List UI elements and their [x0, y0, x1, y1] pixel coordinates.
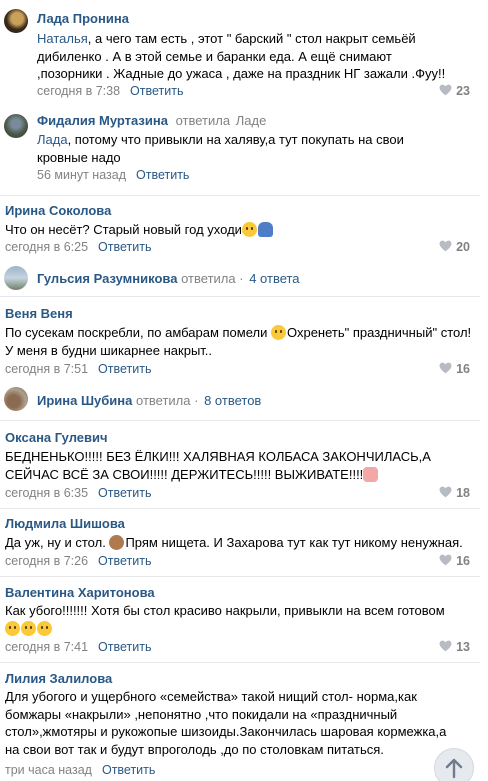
person-emoji-icon: [257, 222, 273, 237]
thread-author[interactable]: Ирина Шубина: [37, 393, 132, 408]
reply-thread[interactable]: Ирина Шубина ответила · 8 ответов: [37, 393, 261, 408]
like-count: 18: [456, 486, 470, 500]
comment-meta: 56 минут назад Ответить: [37, 168, 189, 182]
divider: [0, 576, 480, 577]
comment-time[interactable]: сегодня в 6:25: [5, 240, 88, 254]
arrow-up-icon: [445, 758, 463, 779]
reply-button[interactable]: Ответить: [98, 362, 151, 376]
comment-author: Фидалия Муртазина ответила Ладе: [37, 113, 267, 128]
comment-text: Лада, потому что привыкли на халяву,а ту…: [37, 132, 404, 165]
grin-emoji-icon: [21, 621, 36, 636]
comment-addressee[interactable]: Наталья: [37, 31, 88, 46]
comment-meta: три часа назад Ответить: [5, 763, 155, 777]
comment-time[interactable]: сегодня в 6:35: [5, 486, 88, 500]
reply-button[interactable]: Ответить: [136, 168, 189, 182]
grin-emoji-icon: [5, 621, 20, 636]
comment-text: БЕДНЕНЬКО!!!!! БЕЗ ЁЛКИ!!! ХАЛЯВНАЯ КОЛБ…: [5, 449, 431, 482]
reply-button[interactable]: Ответить: [98, 486, 151, 500]
heart-icon: [439, 640, 452, 652]
comment-text: Что он несёт? Старый новый год уходи: [5, 221, 465, 239]
heart-icon: [439, 486, 452, 498]
avatar[interactable]: [4, 387, 28, 411]
heart-icon: [439, 84, 452, 96]
laugh-emoji-icon: [271, 325, 286, 340]
comment-author[interactable]: Лада Пронина: [37, 11, 129, 26]
avatar[interactable]: [4, 114, 28, 138]
comment-time[interactable]: три часа назад: [5, 763, 92, 777]
comment-author[interactable]: Людмила Шишова: [5, 516, 125, 531]
divider: [0, 508, 480, 509]
comment-text: Для убогого и ущербного «семейства» тако…: [5, 689, 447, 757]
like-button[interactable]: 16: [439, 362, 470, 376]
face-emoji-icon: [363, 466, 379, 482]
avatar[interactable]: [4, 9, 28, 33]
comment-time[interactable]: сегодня в 7:26: [5, 554, 88, 568]
like-count: 16: [456, 554, 470, 568]
comment-meta: сегодня в 7:26 Ответить: [5, 554, 151, 568]
heart-icon: [439, 362, 452, 374]
like-count: 23: [456, 84, 470, 98]
divider: [0, 296, 480, 297]
comment-author[interactable]: Валентина Харитонова: [5, 585, 155, 600]
comment-meta: сегодня в 7:51 Ответить: [5, 362, 151, 376]
reply-button[interactable]: Ответить: [98, 640, 151, 654]
comment-meta: сегодня в 6:25 Ответить: [5, 240, 151, 254]
like-button[interactable]: 16: [439, 554, 470, 568]
comment-time[interactable]: сегодня в 7:51: [5, 362, 88, 376]
thread-replies-count[interactable]: 8 ответов: [204, 393, 261, 408]
smirk-emoji-icon: [241, 222, 257, 237]
comment-meta: сегодня в 6:35 Ответить: [5, 486, 151, 500]
comment-time[interactable]: 56 минут назад: [37, 168, 126, 182]
like-count: 20: [456, 240, 470, 254]
reply-button[interactable]: Ответить: [98, 554, 151, 568]
like-button[interactable]: 23: [439, 84, 470, 98]
reply-button[interactable]: Ответить: [130, 84, 183, 98]
reply-button[interactable]: Ответить: [98, 240, 151, 254]
monkey-emoji-icon: [109, 535, 125, 550]
comment-meta: сегодня в 7:38 Ответить: [37, 84, 183, 98]
comment-author[interactable]: Веня Веня: [5, 306, 73, 321]
comment-author[interactable]: Лилия Залилова: [5, 671, 112, 686]
like-button[interactable]: 13: [439, 640, 470, 654]
thread-replies-count[interactable]: 4 ответа: [249, 271, 299, 286]
comment-text: Да уж, ну и стол. Прям нищета. И Захаров…: [5, 535, 463, 550]
heart-icon: [439, 240, 452, 252]
comment-text: Наталья, а чего там есть , этот " барски…: [37, 31, 446, 81]
grin-emoji-icon: [37, 621, 52, 636]
comment-time[interactable]: сегодня в 7:38: [37, 84, 120, 98]
comment-addressee[interactable]: Лада: [37, 132, 68, 147]
emoji-row: [5, 620, 53, 638]
comment-time[interactable]: сегодня в 7:41: [5, 640, 88, 654]
divider: [0, 662, 480, 663]
comment-author[interactable]: Оксана Гулевич: [5, 430, 108, 445]
like-button[interactable]: 18: [439, 486, 470, 500]
comment-author[interactable]: Ирина Соколова: [5, 203, 111, 218]
thread-author[interactable]: Гульсия Разумникова: [37, 271, 177, 286]
reply-button[interactable]: Ответить: [102, 763, 155, 777]
heart-icon: [439, 554, 452, 566]
comment-text: По сусекам поскребли, по амбарам помели …: [5, 325, 472, 358]
like-count: 16: [456, 362, 470, 376]
avatar[interactable]: [4, 266, 28, 290]
like-count: 13: [456, 640, 470, 654]
like-button[interactable]: 20: [439, 240, 470, 254]
divider: [0, 420, 480, 421]
comment-text: Как убого!!!!!!! Хотя бы стол красиво на…: [5, 603, 445, 618]
reply-target[interactable]: Ладе: [236, 113, 267, 128]
reply-thread[interactable]: Гульсия Разумникова ответила · 4 ответа: [37, 271, 300, 286]
scroll-to-top-button[interactable]: [434, 748, 474, 781]
divider: [0, 195, 480, 196]
comment-meta: сегодня в 7:41 Ответить: [5, 640, 151, 654]
